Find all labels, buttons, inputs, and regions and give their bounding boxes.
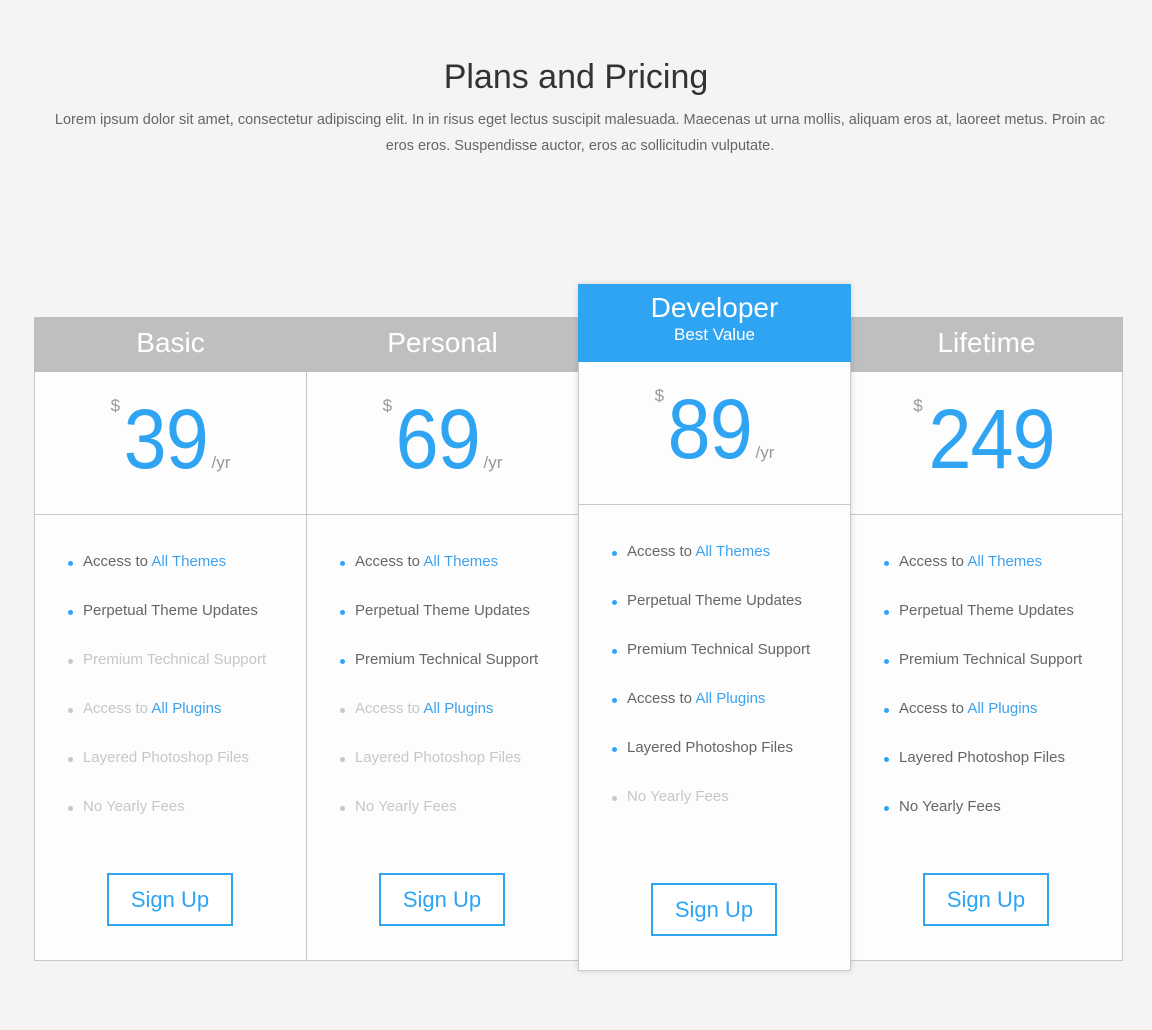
feature-item: Layered Photoshop Files bbox=[612, 736, 827, 760]
plan-name: Basic bbox=[136, 327, 205, 358]
feature-link[interactable]: All Themes bbox=[695, 543, 770, 560]
price-amount: 39 bbox=[123, 392, 209, 486]
feature-text: Perpetual Theme Updates bbox=[83, 602, 258, 619]
plan-header: Developer Best Value bbox=[578, 284, 851, 362]
feature-text: No Yearly Fees bbox=[627, 788, 729, 805]
plan-header: Lifetime bbox=[850, 317, 1123, 372]
feature-item: Layered Photoshop Files bbox=[884, 746, 1099, 770]
currency-symbol: $ bbox=[913, 396, 923, 415]
feature-item: Access to All Themes bbox=[68, 550, 283, 574]
feature-text: Access to bbox=[899, 700, 968, 717]
sign-up-button[interactable]: Sign Up bbox=[923, 873, 1049, 926]
price-period: /yr bbox=[755, 443, 775, 462]
feature-item: Layered Photoshop Files bbox=[68, 746, 283, 770]
feature-link[interactable]: All Plugins bbox=[967, 700, 1037, 717]
plan-name: Lifetime bbox=[937, 327, 1036, 358]
feature-link[interactable]: All Plugins bbox=[695, 690, 765, 707]
sign-up-button[interactable]: Sign Up bbox=[379, 873, 505, 926]
feature-list: Access to All Themes Perpetual Theme Upda… bbox=[307, 515, 578, 819]
price-period: /yr bbox=[211, 453, 231, 472]
plan-header: Personal bbox=[306, 317, 579, 372]
plan-card-personal: Personal $69/yr Access to All Themes Perpet… bbox=[306, 317, 579, 961]
feature-item: No Yearly Fees bbox=[884, 795, 1099, 819]
currency-symbol: $ bbox=[110, 396, 121, 415]
feature-text: Premium Technical Support bbox=[627, 641, 811, 658]
feature-item: Access to All Themes bbox=[340, 550, 555, 574]
feature-text: Premium Technical Support bbox=[899, 651, 1083, 668]
feature-text: Layered Photoshop Files bbox=[627, 739, 793, 756]
feature-item: Layered Photoshop Files bbox=[340, 746, 555, 770]
price-amount: 69 bbox=[395, 392, 481, 486]
feature-text: Access to bbox=[899, 553, 968, 570]
feature-item: Premium Technical Support bbox=[884, 648, 1099, 672]
price-amount: 89 bbox=[667, 382, 753, 476]
plan-price: $89/yr bbox=[579, 362, 850, 505]
feature-list: Access to All Themes Perpetual Theme Upda… bbox=[35, 515, 306, 819]
sign-up-button[interactable]: Sign Up bbox=[107, 873, 233, 926]
feature-link[interactable]: All Plugins bbox=[423, 700, 493, 717]
feature-item: No Yearly Fees bbox=[68, 795, 283, 819]
feature-text: Access to bbox=[627, 690, 696, 707]
plan-badge: Best Value bbox=[674, 325, 755, 344]
feature-text: Layered Photoshop Files bbox=[83, 749, 249, 766]
plan-name: Developer bbox=[650, 292, 779, 323]
page-title: Plans and Pricing bbox=[443, 58, 709, 96]
currency-symbol: $ bbox=[382, 396, 393, 415]
plan-price: $39/yr bbox=[35, 372, 306, 515]
feature-item: No Yearly Fees bbox=[340, 795, 555, 819]
feature-text: Premium Technical Support bbox=[355, 651, 539, 668]
feature-text: Perpetual Theme Updates bbox=[899, 602, 1074, 619]
feature-item: Perpetual Theme Updates bbox=[340, 599, 555, 623]
feature-text: Access to bbox=[83, 553, 152, 570]
feature-item: Access to All Themes bbox=[612, 540, 827, 564]
feature-item: Premium Technical Support bbox=[612, 638, 827, 662]
feature-item: Premium Technical Support bbox=[340, 648, 555, 672]
feature-item: Access to All Themes bbox=[884, 550, 1099, 574]
feature-text: Perpetual Theme Updates bbox=[355, 602, 530, 619]
feature-text: Access to bbox=[83, 700, 152, 717]
currency-symbol: $ bbox=[654, 386, 665, 405]
plan-price: $249 bbox=[851, 372, 1122, 515]
feature-item: Access to All Plugins bbox=[884, 697, 1099, 721]
feature-item: No Yearly Fees bbox=[612, 785, 827, 809]
feature-link[interactable]: All Plugins bbox=[151, 700, 221, 717]
feature-item: Premium Technical Support bbox=[68, 648, 283, 672]
feature-item: Access to All Plugins bbox=[612, 687, 827, 711]
price-amount: 249 bbox=[928, 392, 1055, 486]
feature-text: Layered Photoshop Files bbox=[899, 749, 1065, 766]
plan-card-basic: Basic $39/yr Access to All Themes Perpetual… bbox=[34, 317, 307, 961]
feature-link[interactable]: All Themes bbox=[151, 553, 226, 570]
feature-text: No Yearly Fees bbox=[355, 798, 457, 815]
feature-list: Access to All Themes Perpetual Theme Upda… bbox=[579, 505, 850, 809]
price-period: /yr bbox=[483, 453, 503, 472]
feature-text: No Yearly Fees bbox=[83, 798, 185, 815]
feature-item: Access to All Plugins bbox=[68, 697, 283, 721]
feature-text: Access to bbox=[355, 700, 424, 717]
plan-card-developer: Developer Best Value $89/yr Access to All T… bbox=[578, 284, 851, 971]
feature-item: Access to All Plugins bbox=[340, 697, 555, 721]
feature-link[interactable]: All Themes bbox=[423, 553, 498, 570]
sign-up-button[interactable]: Sign Up bbox=[651, 883, 777, 936]
feature-text: Access to bbox=[627, 543, 696, 560]
feature-text: No Yearly Fees bbox=[899, 798, 1001, 815]
feature-list: Access to All Themes Perpetual Theme Upda… bbox=[851, 515, 1122, 819]
feature-text: Premium Technical Support bbox=[83, 651, 267, 668]
feature-item: Perpetual Theme Updates bbox=[884, 599, 1099, 623]
feature-item: Perpetual Theme Updates bbox=[68, 599, 283, 623]
feature-text: Layered Photoshop Files bbox=[355, 749, 521, 766]
feature-item: Perpetual Theme Updates bbox=[612, 589, 827, 613]
plan-price: $69/yr bbox=[307, 372, 578, 515]
feature-link[interactable]: All Themes bbox=[967, 553, 1042, 570]
plan-card-lifetime: Lifetime $249 Access to All Themes Perpetua… bbox=[850, 317, 1123, 961]
feature-text: Access to bbox=[355, 553, 424, 570]
page-description: Lorem ipsum dolor sit amet, consectetur … bbox=[54, 112, 1106, 154]
feature-text: Perpetual Theme Updates bbox=[627, 592, 802, 609]
plan-header: Basic bbox=[34, 317, 307, 372]
plan-name: Personal bbox=[387, 327, 498, 358]
